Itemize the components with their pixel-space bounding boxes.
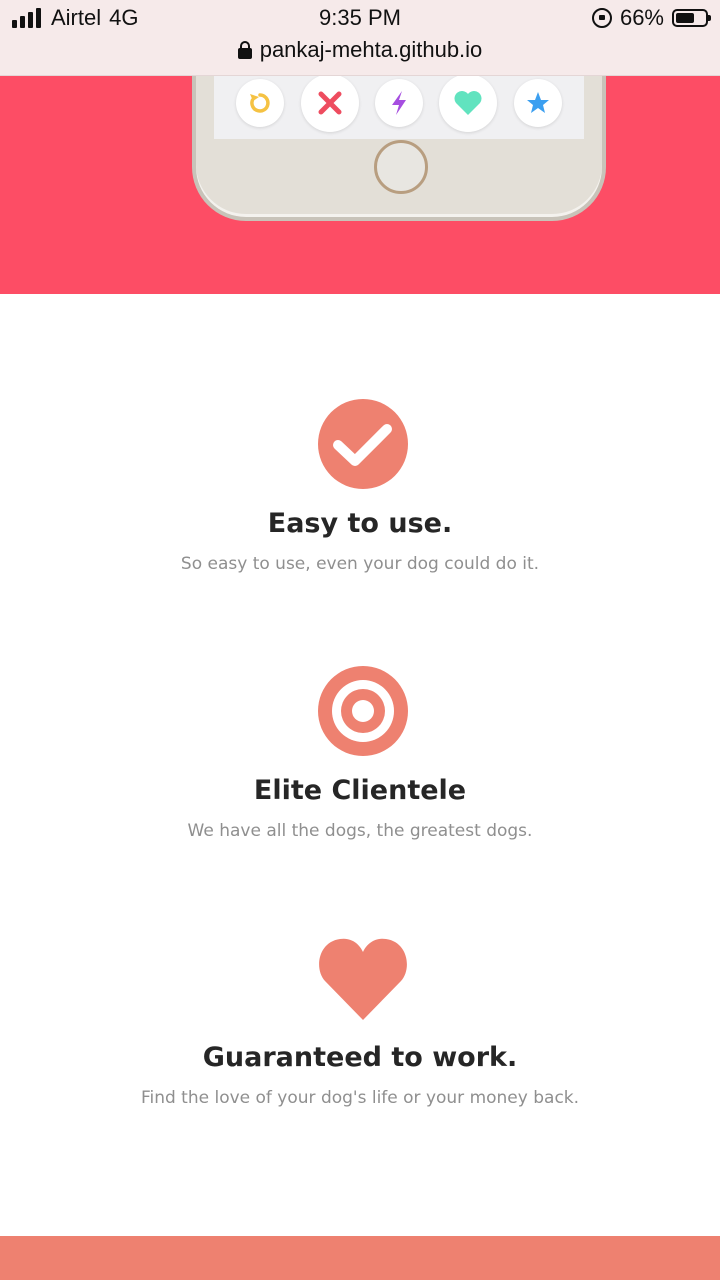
lightning-icon (391, 91, 406, 115)
feature-description: Find the love of your dog's life or your… (140, 1088, 580, 1108)
battery-percent: 66% (619, 5, 664, 30)
feature-title: Easy to use. (267, 508, 453, 539)
footer-band (0, 1236, 720, 1280)
target-icon (318, 666, 408, 756)
status-bar: Airtel 4G 9:35 PM 66% pankaj-mehta.githu… (0, 0, 720, 76)
feature-title: Guaranteed to work. (202, 1042, 518, 1073)
heart-icon (319, 938, 407, 1020)
hero-banner (0, 76, 720, 294)
address-bar[interactable]: pankaj-mehta.github.io (0, 37, 720, 63)
rewind-button (236, 79, 285, 127)
feature-title: Elite Clientele (253, 775, 467, 806)
heart-icon (454, 91, 482, 115)
page-url[interactable]: pankaj-mehta.github.io (260, 37, 483, 63)
phone-mockup (192, 76, 606, 221)
rewind-icon (250, 93, 270, 113)
feature-description: So easy to use, even your dog could do i… (180, 554, 540, 574)
check-circle-icon (318, 399, 408, 489)
close-icon (318, 91, 342, 115)
lock-icon (237, 41, 252, 59)
boost-button (374, 79, 423, 127)
superlike-button (513, 79, 562, 127)
phone-screen (214, 76, 584, 139)
rotation-lock-icon (591, 8, 612, 28)
feature-description: We have all the dogs, the greatest dogs. (187, 821, 533, 841)
phone-home-button (374, 140, 428, 194)
battery-level (676, 13, 695, 23)
star-icon (526, 92, 549, 113)
app-action-bar (214, 76, 584, 132)
status-right: 66% (591, 5, 711, 31)
battery-icon (672, 9, 711, 27)
dislike-button (300, 76, 359, 132)
like-button (439, 76, 498, 132)
